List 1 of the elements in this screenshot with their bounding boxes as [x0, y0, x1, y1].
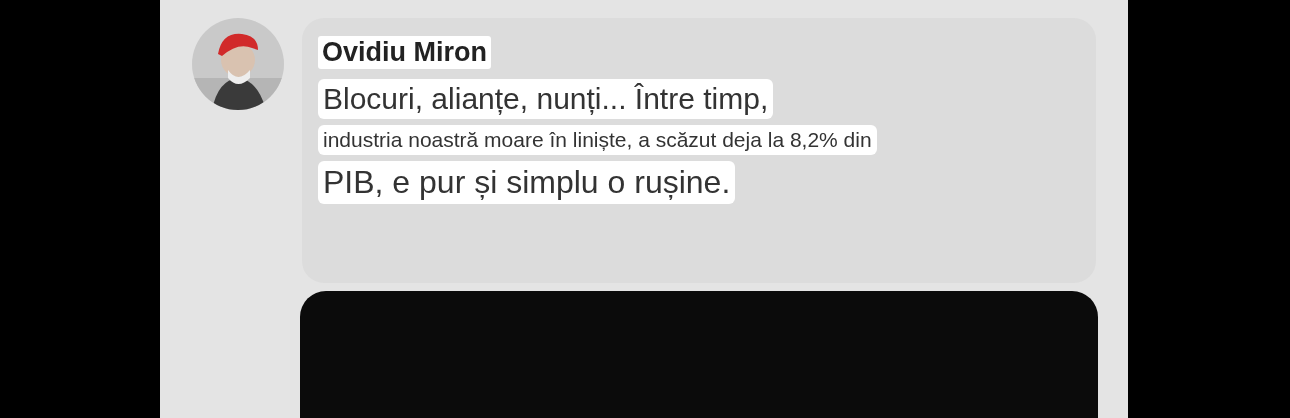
- author-name: Ovidiu Miron: [318, 36, 491, 69]
